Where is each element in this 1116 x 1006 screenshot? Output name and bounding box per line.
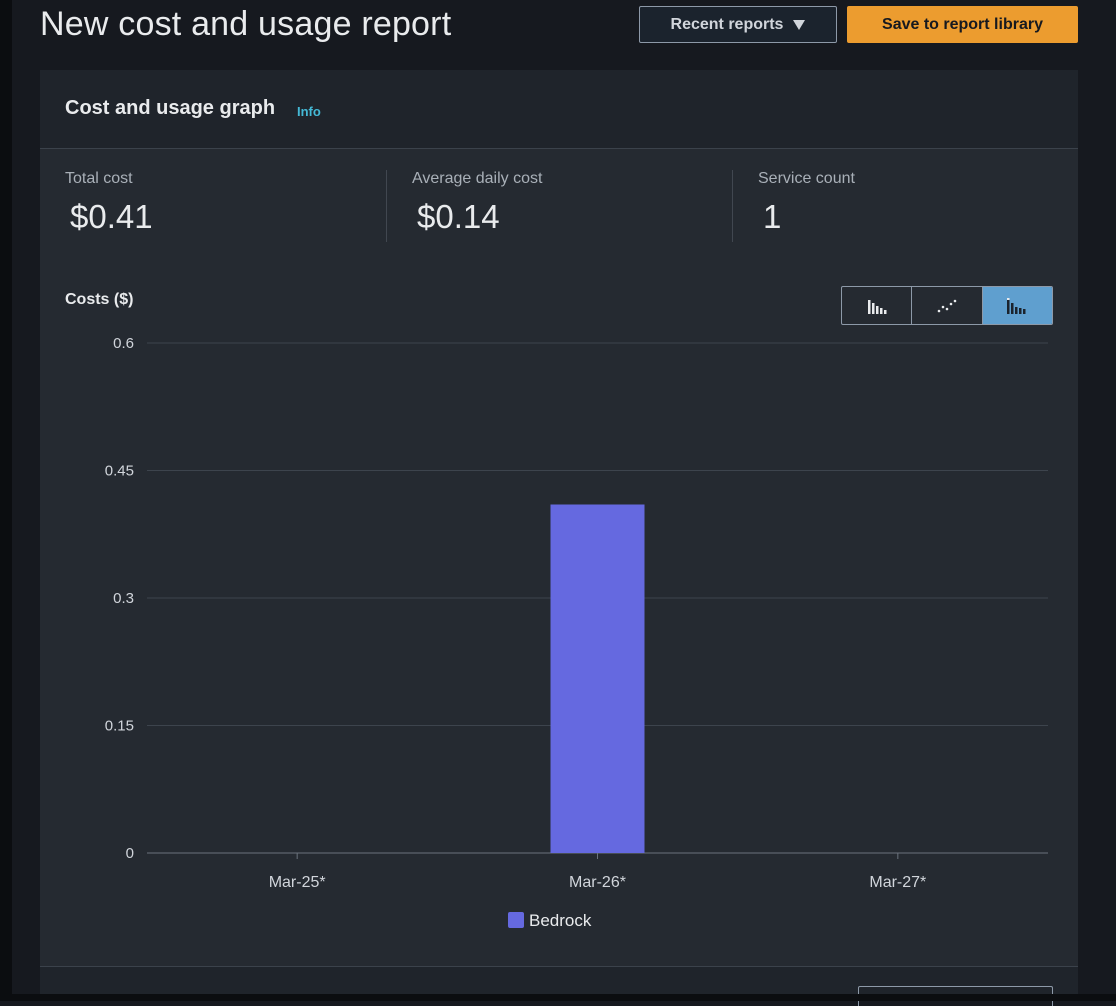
y-tick-label: 0.15: [105, 718, 134, 735]
window-frame-bottom: [0, 994, 1116, 1001]
metric-value: $0.14: [417, 198, 500, 235]
recent-reports-label: Recent reports: [670, 15, 784, 33]
panel-header: Cost and usage graph Info: [40, 70, 1078, 149]
metric-service-count: Service count 1: [758, 170, 855, 242]
line-chart-icon: [937, 299, 957, 312]
save-to-report-library-button[interactable]: Save to report library: [847, 6, 1078, 43]
window-frame-left: [0, 0, 12, 1001]
bar: [550, 504, 645, 853]
panel-title: Cost and usage graph: [65, 97, 276, 119]
recent-reports-button[interactable]: Recent reports: [639, 6, 837, 43]
caret-down-icon: [793, 19, 806, 30]
cost-usage-panel: Cost and usage graph Info Total cost $0.…: [40, 70, 1078, 1006]
page-title: New cost and usage report: [40, 5, 452, 43]
metric-divider: [386, 170, 387, 242]
metric-value: 1: [763, 198, 782, 235]
y-tick-label: 0.6: [113, 335, 134, 352]
x-tick-label: Mar-26*: [569, 874, 626, 891]
metric-divider: [732, 170, 733, 242]
cost-chart: 0 0.15 0.3 0.45 0.6 Mar-25* Mar-26* Mar-27* Bedr…: [105, 335, 1048, 930]
metric-average-daily-cost: Average daily cost $0.14: [412, 170, 542, 242]
metric-label: Service count: [758, 170, 855, 187]
chart-y-axis-label: Costs ($): [65, 291, 134, 308]
metric-label: Average daily cost: [412, 170, 543, 187]
chart-type-stacked-bar[interactable]: [981, 287, 1052, 324]
legend-label: Bedrock: [529, 911, 592, 930]
info-link[interactable]: Info: [297, 104, 321, 119]
y-tick-label: 0.3: [113, 590, 134, 607]
legend-swatch: [508, 912, 524, 928]
y-tick-label: 0: [126, 845, 134, 862]
stacked-bar-chart-icon: [1007, 297, 1026, 314]
y-tick-label: 0.45: [105, 463, 134, 480]
chart-type-bar[interactable]: [842, 287, 911, 324]
x-tick-label: Mar-25*: [269, 874, 326, 891]
x-tick-label: Mar-27*: [869, 874, 926, 891]
metric-total-cost: Total cost $0.41: [65, 170, 153, 242]
metric-label: Total cost: [65, 170, 133, 187]
chart-type-line[interactable]: [911, 287, 981, 324]
bar-chart-icon: [867, 299, 887, 314]
metric-value: $0.41: [70, 198, 153, 235]
